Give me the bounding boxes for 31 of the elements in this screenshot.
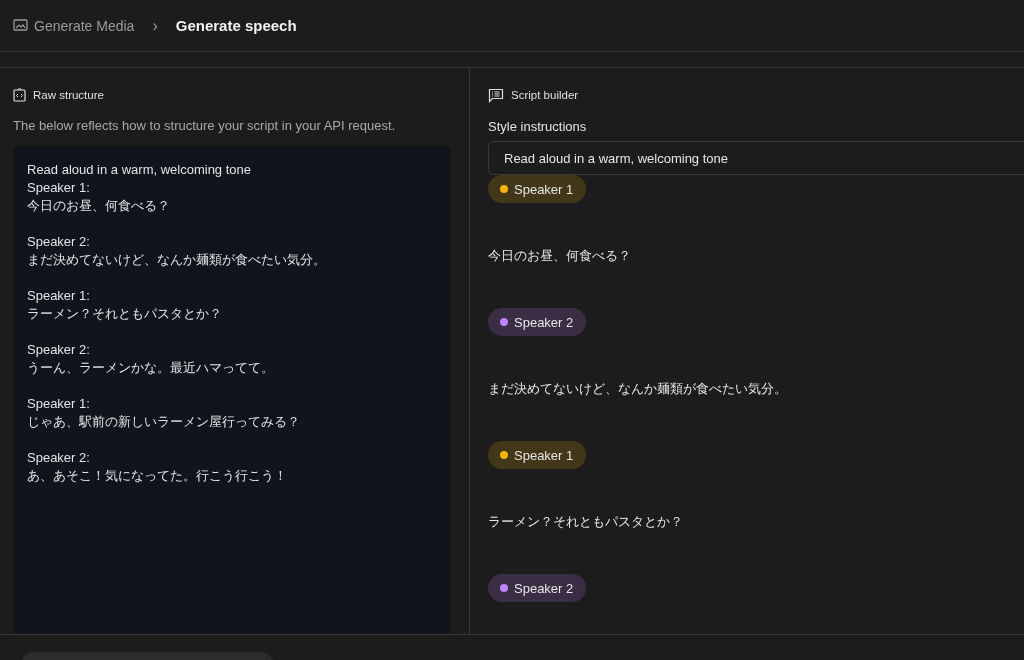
panel-description: The below reflects how to structure your script in your API request. (13, 118, 397, 133)
speaker-chip[interactable]: Speaker 2 (488, 574, 587, 602)
code-line: じゃあ、駅前の新しいラーメン屋行ってみる？ (27, 413, 301, 431)
dialogue-text[interactable]: まだ決めてないけど、なんか麺類が食べたい気分。 (488, 336, 1024, 441)
code-line: Read aloud in a warm, welcoming tone (27, 161, 252, 179)
code-line: あ、あそこ！気になってた。行こう行こう！ (27, 467, 288, 485)
code-line: Speaker 2: (27, 449, 91, 467)
style-input-field[interactable]: Read aloud in a warm, welcoming tone (488, 141, 1024, 175)
speaker-chip[interactable]: Speaker 1 (488, 175, 587, 203)
code-line: うーん、ラーメンかな。最近ハマってて。 (27, 359, 275, 377)
message-list-icon (488, 87, 504, 103)
code-line: Speaker 2: (27, 233, 91, 251)
breadcrumb-link[interactable]: Generate Media (34, 17, 135, 34)
code-line: Speaker 1: (27, 179, 91, 197)
code-line: ラーメン？それともパスタとか？ (27, 305, 223, 323)
speaker-chip[interactable]: Speaker 1 (488, 441, 587, 469)
image-icon (13, 19, 28, 32)
dialogue-text[interactable]: 今日のお昼、何食べる？ (488, 203, 1024, 308)
code-line: Speaker 1: (27, 395, 91, 413)
code-icon (13, 88, 26, 102)
dialogue-text[interactable]: ラーメン？それともパスタとか？ (488, 469, 1024, 574)
code-line: 今日のお昼、何食べる？ (27, 197, 171, 215)
breadcrumb-separator: › (152, 16, 158, 35)
code-line: Speaker 2: (27, 341, 91, 359)
panel-title: Raw structure (33, 89, 104, 101)
field-label: Style instructions (488, 119, 588, 134)
page-title: Generate speech (175, 17, 297, 34)
panel-title: Script builder (511, 89, 579, 101)
speaker-chip[interactable]: Speaker 2 (488, 308, 587, 336)
code-line: Speaker 1: (27, 287, 91, 305)
code-line: まだ決めてないけど、なんか麺類が食べたい気分。 (27, 251, 327, 269)
